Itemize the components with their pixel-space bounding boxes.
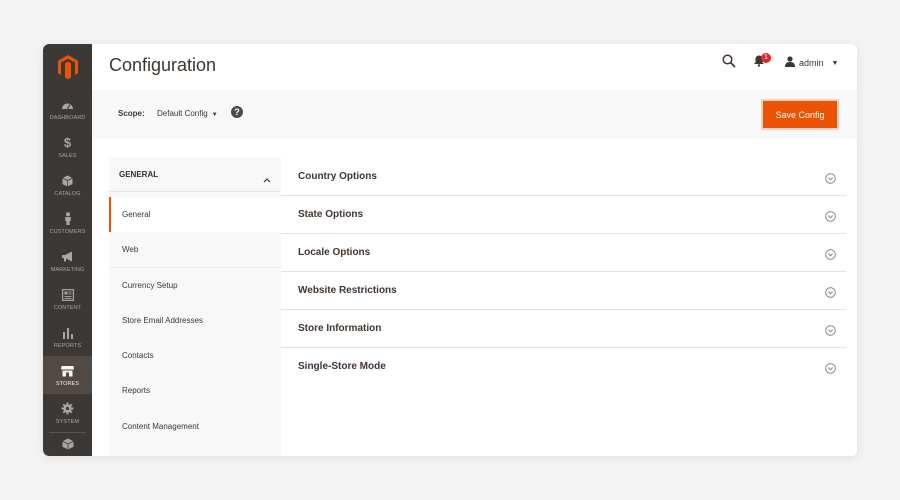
chevron-down-circle-icon xyxy=(825,285,836,298)
nav-item-reports[interactable]: Reports xyxy=(43,318,92,356)
nav-item-label: Customers xyxy=(49,228,86,235)
section-title: Single-Store Mode xyxy=(298,361,386,372)
nav-item-label: Dashboard xyxy=(49,114,86,121)
scope-switcher[interactable]: Default Config ▼ xyxy=(157,109,218,118)
config-tab-content-management[interactable]: Content Management xyxy=(109,409,281,444)
dollar-icon: $ xyxy=(63,135,72,150)
config-tab-currency-setup[interactable]: Currency Setup xyxy=(109,268,281,303)
section-title: Website Restrictions xyxy=(298,285,397,296)
search-icon[interactable] xyxy=(722,54,738,70)
box-icon xyxy=(61,174,75,188)
caret-down-icon: ▼ xyxy=(831,59,839,67)
chevron-down-circle-icon xyxy=(825,247,836,260)
nav-item-label: Reports xyxy=(53,342,82,349)
dashboard-icon xyxy=(61,98,75,112)
nav-item-stores[interactable]: Stores xyxy=(43,356,92,394)
chevron-down-circle-icon xyxy=(825,323,836,336)
nav-item-label: Marketing xyxy=(50,266,85,273)
section-locale-options[interactable]: Locale Options xyxy=(298,234,843,271)
nav-item-marketing[interactable]: Marketing xyxy=(43,242,92,280)
chevron-up-icon xyxy=(263,170,271,183)
scope-value: Default Config xyxy=(157,109,208,118)
nav-item-dashboard[interactable]: Dashboard xyxy=(43,90,92,128)
magento-logo-icon[interactable] xyxy=(43,44,92,89)
notifications-button[interactable]: 1 xyxy=(753,53,771,70)
nav-item-catalog[interactable]: Catalog xyxy=(43,166,92,204)
help-icon[interactable]: ? xyxy=(231,106,243,118)
user-name: admin xyxy=(799,58,824,68)
save-config-button[interactable]: Save Config xyxy=(763,101,837,128)
chevron-down-circle-icon xyxy=(825,209,836,222)
nav-item-label: Content xyxy=(53,304,82,311)
main-nav: Dashboard $ Sales Catalog Customers Mark… xyxy=(43,44,92,456)
config-tab-web[interactable]: Web xyxy=(109,232,281,267)
scope-label: Scope: xyxy=(118,109,145,118)
scope-bar: Scope: Default Config ▼ ? xyxy=(92,90,857,139)
section-country-options[interactable]: Country Options xyxy=(298,158,843,195)
section-title: Store Information xyxy=(298,323,382,334)
nav-item-label: Stores xyxy=(55,380,80,387)
nav-item-system[interactable]: System xyxy=(43,394,92,432)
content-icon xyxy=(61,288,75,302)
config-tab-reports[interactable]: Reports xyxy=(109,373,281,408)
gear-icon xyxy=(61,402,75,416)
person-icon xyxy=(61,212,75,226)
config-tab-general[interactable]: General xyxy=(109,197,281,232)
config-group-title: GENERAL xyxy=(119,169,159,179)
section-title: Country Options xyxy=(298,171,377,182)
user-menu[interactable]: admin ▼ xyxy=(785,54,838,72)
config-tab-store-email-addresses[interactable]: Store Email Addresses xyxy=(109,303,281,338)
config-group-header[interactable]: GENERAL xyxy=(109,157,281,192)
nav-item-customers[interactable]: Customers xyxy=(43,204,92,242)
section-store-information[interactable]: Store Information xyxy=(298,310,843,347)
config-tab-contacts[interactable]: Contacts xyxy=(109,338,281,373)
nav-item-label: Catalog xyxy=(54,190,81,197)
bar-chart-icon xyxy=(61,326,75,340)
config-tabs-panel: GENERAL General Web Currency Setup Store… xyxy=(109,157,281,456)
notifications-count-badge: 1 xyxy=(761,53,771,63)
chevron-down-circle-icon xyxy=(825,171,836,184)
section-title: Locale Options xyxy=(298,247,371,258)
user-icon xyxy=(785,54,795,72)
section-website-restrictions[interactable]: Website Restrictions xyxy=(298,272,843,309)
nav-item-extensions[interactable] xyxy=(43,433,92,455)
caret-down-icon: ▼ xyxy=(211,112,218,118)
section-title: State Options xyxy=(298,209,364,220)
page-title: Configuration xyxy=(109,55,217,75)
nav-item-label: System xyxy=(55,418,80,425)
nav-item-content[interactable]: Content xyxy=(43,280,92,318)
admin-window: Dashboard $ Sales Catalog Customers Mark… xyxy=(43,44,857,456)
section-state-options[interactable]: State Options xyxy=(298,196,843,233)
megaphone-icon xyxy=(61,250,75,264)
store-icon xyxy=(61,364,75,378)
extensions-icon xyxy=(61,437,75,451)
nav-item-label: Sales xyxy=(58,152,77,159)
section-single-store-mode[interactable]: Single-Store Mode xyxy=(298,348,843,385)
nav-item-sales[interactable]: $ Sales xyxy=(43,128,92,166)
chevron-down-circle-icon xyxy=(825,361,836,374)
